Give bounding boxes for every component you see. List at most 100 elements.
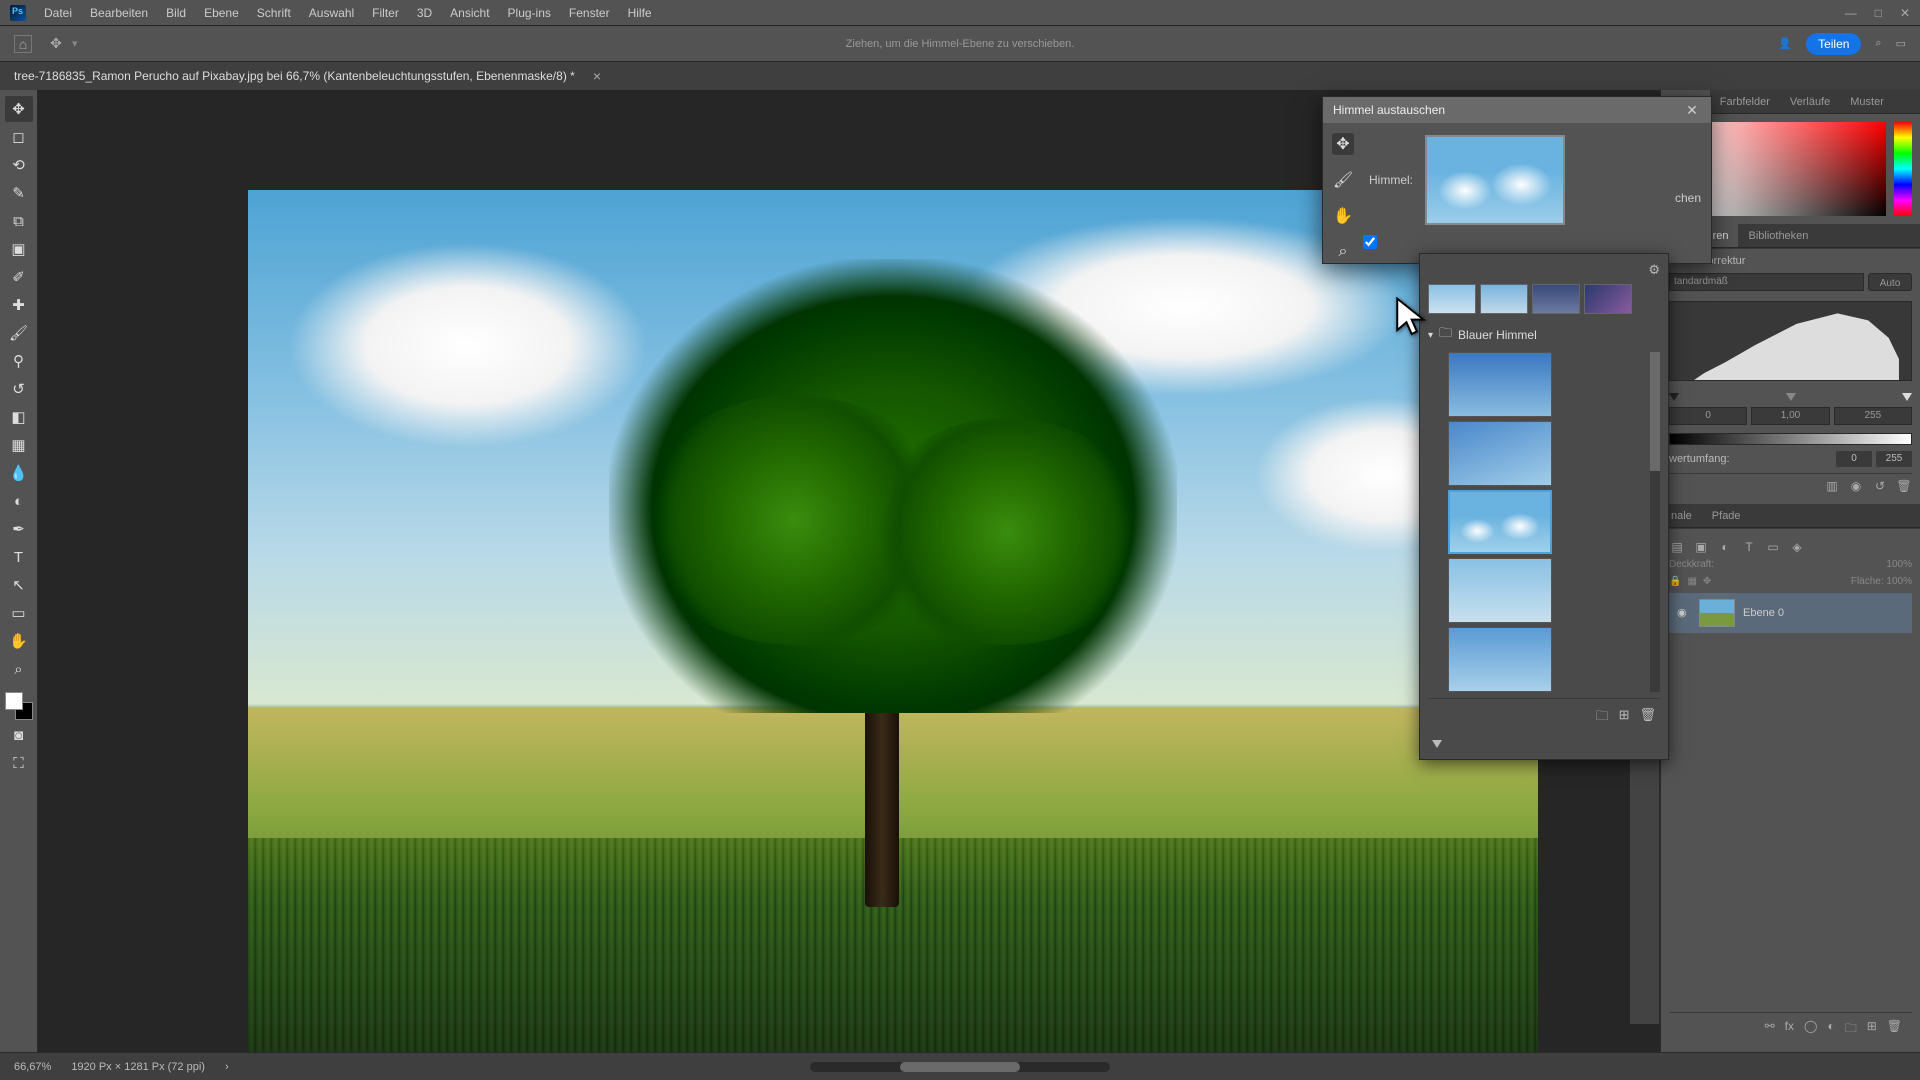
dlg-move-icon[interactable]: ✥ bbox=[1332, 133, 1354, 155]
horizontal-scrollbar[interactable] bbox=[810, 1062, 1110, 1072]
preset-gear-icon[interactable]: ⚙ bbox=[1648, 262, 1660, 278]
recent-preset-4[interactable] bbox=[1584, 284, 1632, 314]
layer-thumbnail[interactable] bbox=[1699, 599, 1735, 627]
preset-list[interactable] bbox=[1428, 352, 1660, 692]
preset-dropdown[interactable]: tandardmäß bbox=[1669, 273, 1864, 291]
menu-datei[interactable]: Datei bbox=[44, 6, 72, 20]
screenmode-tool[interactable]: ⛶ bbox=[5, 750, 33, 776]
preset-group-header[interactable]: ▾ 🗀 Blauer Himmel bbox=[1428, 324, 1660, 346]
quick-select-tool[interactable]: ✎ bbox=[5, 180, 33, 206]
move-tool-icon[interactable]: ✥ bbox=[46, 34, 66, 54]
preset-scrollbar[interactable] bbox=[1650, 352, 1660, 692]
cancel-button-peek[interactable]: chen bbox=[1675, 191, 1701, 205]
marquee-tool[interactable]: ◻ bbox=[5, 124, 33, 150]
level-gamma-input[interactable]: 1,00 bbox=[1751, 407, 1829, 425]
preset-delete-icon[interactable]: 🗑 bbox=[1639, 707, 1656, 729]
delete-adj-icon[interactable]: 🗑 bbox=[1896, 478, 1912, 494]
status-chevron-icon[interactable]: › bbox=[225, 1061, 229, 1073]
lasso-tool[interactable]: ⟲ bbox=[5, 152, 33, 178]
sky-preview-dropdown[interactable] bbox=[1425, 135, 1565, 225]
close-dialog-icon[interactable]: ✕ bbox=[1683, 101, 1701, 119]
recent-preset-3[interactable] bbox=[1532, 284, 1580, 314]
menu-bearbeiten[interactable]: Bearbeiten bbox=[90, 6, 148, 20]
adj-layer-icon[interactable]: ◐ bbox=[1827, 1019, 1834, 1040]
lock-pixels-icon[interactable]: ▦ bbox=[1687, 576, 1696, 587]
minimize-icon[interactable]: — bbox=[1845, 6, 1857, 20]
eraser-tool[interactable]: ◧ bbox=[5, 404, 33, 430]
clip-icon[interactable]: ▥ bbox=[1824, 478, 1840, 494]
document-tab[interactable]: tree-7186835_Ramon Perucho auf Pixabay.j… bbox=[14, 68, 601, 84]
output-min[interactable]: 0 bbox=[1836, 451, 1872, 467]
reset-icon[interactable]: ↺ bbox=[1872, 478, 1888, 494]
color-swatches[interactable] bbox=[5, 692, 33, 720]
foreground-color[interactable] bbox=[5, 692, 23, 710]
pen-tool[interactable]: ✒ bbox=[5, 516, 33, 542]
doc-info[interactable]: 1920 Px × 1281 Px (72 ppi) bbox=[71, 1061, 205, 1073]
dodge-tool[interactable]: ◐ bbox=[5, 488, 33, 514]
menu-hilfe[interactable]: Hilfe bbox=[628, 6, 652, 20]
menu-ansicht[interactable]: Ansicht bbox=[450, 6, 489, 20]
preset-item-5[interactable] bbox=[1448, 627, 1552, 692]
dlg-hand-icon[interactable]: ✋ bbox=[1332, 205, 1354, 227]
zoom-level[interactable]: 66,67% bbox=[14, 1061, 51, 1073]
output-gradient[interactable] bbox=[1669, 433, 1912, 445]
menu-auswahl[interactable]: Auswahl bbox=[309, 6, 354, 20]
preset-import-icon[interactable]: 🗀 bbox=[1596, 707, 1609, 729]
tab-muster[interactable]: Muster bbox=[1840, 90, 1894, 113]
lock-pos-icon[interactable]: ✥ bbox=[1703, 576, 1711, 587]
dlg-brush-icon[interactable]: 🖌 bbox=[1332, 169, 1354, 191]
level-black-input[interactable]: 0 bbox=[1669, 407, 1747, 425]
stamp-tool[interactable]: ⚲ bbox=[5, 348, 33, 374]
preset-item-2[interactable] bbox=[1448, 421, 1552, 486]
menu-filter[interactable]: Filter bbox=[372, 6, 399, 20]
close-tab-icon[interactable]: × bbox=[593, 68, 601, 84]
zoom-tool[interactable]: ⌕ bbox=[5, 656, 33, 682]
menu-fenster[interactable]: Fenster bbox=[569, 6, 610, 20]
preset-item-1[interactable] bbox=[1448, 352, 1552, 417]
layer-filter-shape-icon[interactable]: ▭ bbox=[1765, 539, 1781, 555]
visibility-icon[interactable]: ◉ bbox=[1677, 606, 1691, 620]
preset-item-4[interactable] bbox=[1448, 558, 1552, 623]
menu-ebene[interactable]: Ebene bbox=[204, 6, 239, 20]
preset-size-slider[interactable] bbox=[1428, 731, 1660, 751]
heal-tool[interactable]: ✚ bbox=[5, 292, 33, 318]
delete-layer-icon[interactable]: 🗑 bbox=[1887, 1019, 1902, 1040]
sky-replace-dialog[interactable]: Himmel austauschen ✕ ✥ 🖌 ✋ ⌕ Himmel: ⚙ bbox=[1322, 96, 1712, 264]
dlg-zoom-icon[interactable]: ⌕ bbox=[1332, 241, 1354, 263]
menu-bild[interactable]: Bild bbox=[166, 6, 186, 20]
home-button[interactable] bbox=[14, 35, 32, 53]
maximize-icon[interactable]: □ bbox=[1875, 6, 1882, 20]
path-tool[interactable]: ↖ bbox=[5, 572, 33, 598]
layer-filter-adj-icon[interactable]: ◐ bbox=[1717, 539, 1733, 555]
view-icon[interactable]: ◉ bbox=[1848, 478, 1864, 494]
level-white-input[interactable]: 255 bbox=[1834, 407, 1912, 425]
output-max[interactable]: 255 bbox=[1876, 451, 1912, 467]
user-icon[interactable]: 👤 bbox=[1778, 37, 1792, 50]
tab-pfade[interactable]: Pfade bbox=[1702, 504, 1751, 527]
mask-icon[interactable]: ◯ bbox=[1804, 1019, 1817, 1040]
history-brush-tool[interactable]: ↺ bbox=[5, 376, 33, 402]
recent-preset-2[interactable] bbox=[1480, 284, 1528, 314]
dialog-titlebar[interactable]: Himmel austauschen ✕ bbox=[1323, 97, 1711, 123]
opacity-value[interactable]: 100% bbox=[1886, 559, 1912, 570]
layer-filter-smart-icon[interactable]: ◈ bbox=[1789, 539, 1805, 555]
brush-tool[interactable]: 🖌 bbox=[5, 320, 33, 346]
hand-tool[interactable]: ✋ bbox=[5, 628, 33, 654]
blur-tool[interactable]: 💧 bbox=[5, 460, 33, 486]
link-layers-icon[interactable]: ⚯ bbox=[1765, 1019, 1775, 1040]
document-canvas[interactable] bbox=[248, 190, 1538, 1052]
tab-bibliotheken[interactable]: Bibliotheken bbox=[1738, 224, 1818, 247]
menu-3d[interactable]: 3D bbox=[417, 6, 432, 20]
search-icon[interactable]: ⌕ bbox=[1875, 37, 1881, 50]
recent-preset-1[interactable] bbox=[1428, 284, 1476, 314]
auto-button[interactable]: Auto bbox=[1868, 273, 1912, 291]
type-tool[interactable]: T bbox=[5, 544, 33, 570]
menu-plugins[interactable]: Plug-ins bbox=[508, 6, 551, 20]
frame-tool[interactable]: ▣ bbox=[5, 236, 33, 262]
hue-slider[interactable] bbox=[1894, 122, 1912, 216]
workspace-icon[interactable]: ▭ bbox=[1896, 37, 1906, 50]
shape-tool[interactable]: ▭ bbox=[5, 600, 33, 626]
layer-filter-image-icon[interactable]: ▣ bbox=[1693, 539, 1709, 555]
layer-filter-type-icon[interactable]: T bbox=[1741, 539, 1757, 555]
crop-tool[interactable]: ⧉ bbox=[5, 208, 33, 234]
